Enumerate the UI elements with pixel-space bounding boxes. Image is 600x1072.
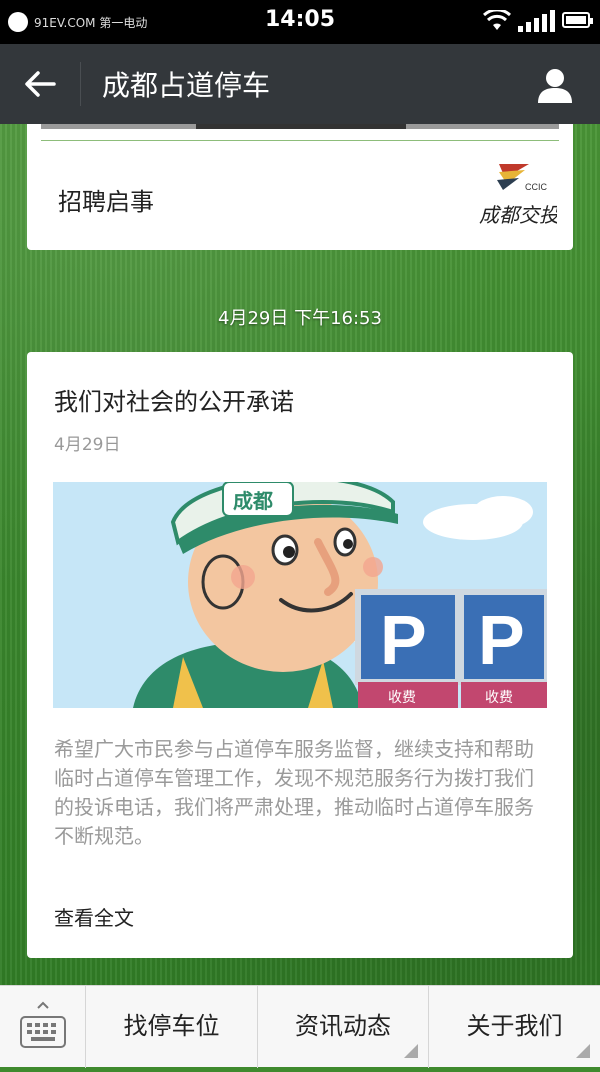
article-cover-image: 成都 P P 收费 收费 (53, 482, 547, 708)
menu-find-parking[interactable]: 找停车位 (86, 986, 258, 1068)
menu-news[interactable]: 资讯动态 (258, 986, 429, 1068)
message-timestamp: 4月29日 下午16:53 (218, 308, 382, 329)
submenu-indicator-icon (404, 1044, 418, 1058)
nav-divider (80, 62, 81, 106)
battery-icon (562, 12, 593, 28)
parking-fee-left: 收费 (388, 690, 416, 706)
wifi-icon (483, 10, 511, 30)
article-card[interactable]: 我们对社会的公开承诺 4月29日 成都 P P 收费 收费 希望广大市民参与占道… (27, 352, 573, 958)
parking-sign-right: P (478, 601, 525, 679)
cover-image-strip (41, 124, 559, 129)
card-divider (41, 140, 559, 141)
read-more-link[interactable]: 查看全文 (54, 902, 134, 931)
article-date: 4月29日 (54, 435, 121, 455)
menu-about-us[interactable]: 关于我们 (429, 986, 600, 1068)
keyboard-toggle-button[interactable] (0, 986, 86, 1068)
back-arrow-icon[interactable] (22, 66, 58, 102)
bottom-menu-bar: 找停车位 资讯动态 关于我们 (0, 985, 600, 1068)
navigation-bar: 成都占道停车 (0, 44, 600, 124)
menu-find-parking-label: 找停车位 (123, 1012, 220, 1040)
recruitment-title: 招聘启事 (58, 188, 154, 216)
cap-badge-text: 成都 (233, 489, 273, 513)
parking-fee-right: 收费 (485, 690, 513, 706)
keyboard-icon (20, 1001, 66, 1048)
signal-icon (518, 10, 555, 32)
menu-news-label: 资讯动态 (295, 1012, 391, 1040)
status-bar: 91EV.COM 第一电动 14:05 (0, 0, 600, 44)
page-title: 成都占道停车 (102, 69, 271, 102)
article-title: 我们对社会的公开承诺 (54, 388, 294, 416)
ccic-logo-icon: CCIC 成都交投 (479, 164, 557, 227)
parking-sign-left: P (380, 601, 427, 679)
svg-text:CCIC: CCIC (525, 182, 547, 192)
person-icon[interactable] (536, 66, 574, 104)
submenu-indicator-icon (576, 1044, 590, 1058)
svg-text:成都交投: 成都交投 (479, 203, 557, 227)
parking-attendant-illustration: 成都 P P 收费 收费 (53, 482, 547, 708)
recruitment-card[interactable]: 招聘启事 CCIC 成都交投 (27, 124, 573, 250)
menu-about-us-label: 关于我们 (466, 1012, 563, 1040)
article-digest: 希望广大市民参与占道停车服务监督，继续支持和帮助临时占道停车管理工作，发现不规范… (54, 737, 534, 848)
